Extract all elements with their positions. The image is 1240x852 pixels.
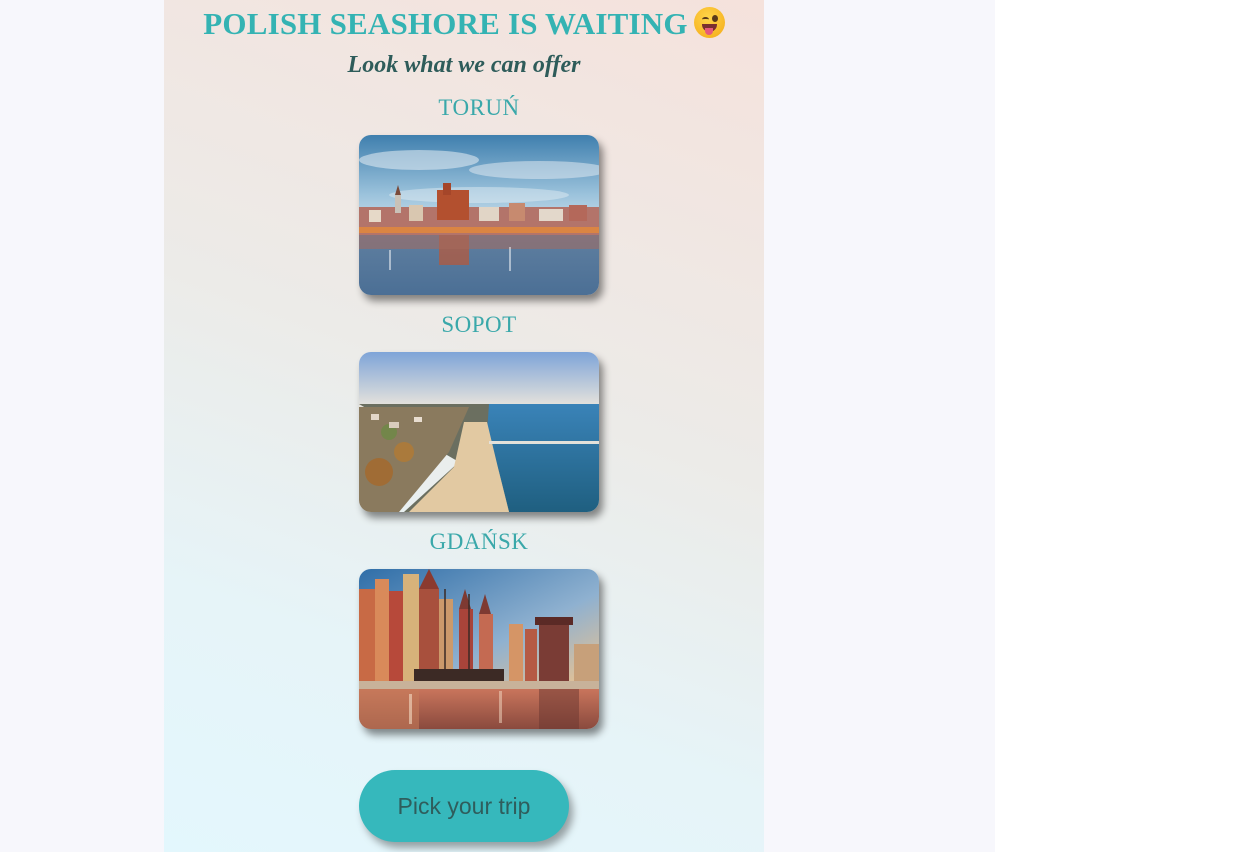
city-label-gdansk: GDAŃSK: [429, 529, 529, 554]
pick-trip-button[interactable]: Pick your trip: [359, 770, 569, 842]
city-label-torun: TORUŃ: [438, 95, 520, 120]
city-photo-torun: [359, 135, 599, 295]
page-subtitle: Look what we can offer: [347, 52, 581, 78]
content-panel: POLISH SEASHORE IS WAITING Look what we …: [164, 0, 764, 852]
city-label-sopot: SOPOT: [441, 312, 517, 337]
winking-face-icon: [693, 7, 725, 38]
page-title: POLISH SEASHORE IS WAITING: [164, 6, 764, 42]
page-title-text: POLISH SEASHORE IS WAITING: [203, 6, 688, 41]
city-photo-gdansk: [359, 569, 599, 729]
city-photo-sopot: [359, 352, 599, 512]
